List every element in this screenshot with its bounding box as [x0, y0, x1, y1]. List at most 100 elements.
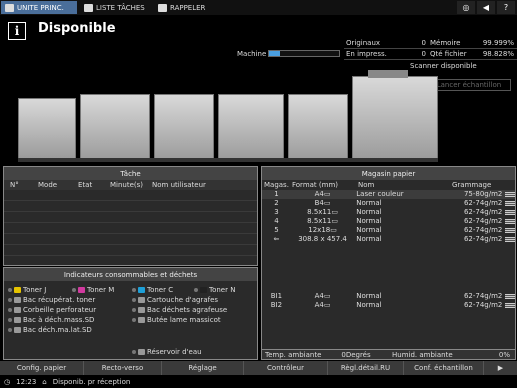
trimmer-icon: [138, 317, 145, 323]
paper-weight-cell: 62-74g/m2: [463, 199, 503, 207]
toner-c-indicator: Toner C: [132, 286, 173, 294]
volume-icon[interactable]: ◀: [477, 1, 495, 14]
paper-tray-cell: 2: [274, 199, 279, 207]
machine-label: Machine: [237, 50, 267, 58]
paper-name-cell: Normal: [356, 217, 382, 225]
duplex-button[interactable]: Recto-verso: [84, 361, 162, 375]
toner-icon: [14, 287, 21, 293]
machine-progress-fill: [269, 51, 280, 56]
toner-icon: [78, 287, 85, 293]
table-row[interactable]: [4, 223, 257, 234]
bottom-button-bar: Config. papier Recto-verso Réglage Contr…: [0, 361, 517, 375]
column-header: Nom: [358, 181, 375, 189]
paper-tray-cell: 3: [274, 208, 279, 216]
counter-value: 98.828%: [482, 50, 514, 58]
staple-waste-indicator: Bac déchets agrafeuse: [132, 306, 227, 314]
counter-label: Originaux: [346, 39, 381, 47]
sd-side-waste-indicator: Bac déch.ma.lat.SD: [8, 326, 92, 334]
top-icons: ◎ ◀ ?: [457, 1, 515, 14]
table-row[interactable]: BI1 A4▭ Normal 62-74g/m2: [262, 292, 515, 301]
paper-panel-title: Magasin papier: [262, 167, 515, 180]
table-row[interactable]: BI2 A4▭ Normal 62-74g/m2: [262, 301, 515, 310]
trimmer-icon: [14, 327, 21, 333]
list-icon: [84, 3, 93, 12]
table-row[interactable]: 5 12x18▭ Normal 62-74g/m2: [262, 226, 515, 235]
ambient-temp-label: Temp. ambiante: [265, 351, 322, 359]
paper-level-icon: [505, 219, 515, 224]
ambient-temp-value: 0Degrés: [341, 351, 371, 359]
paper-name-cell: Normal: [356, 301, 382, 309]
sample-config-button[interactable]: Conf. échantillon: [404, 361, 484, 375]
adjustment-button[interactable]: Réglage: [162, 361, 244, 375]
counter-value: 99.999%: [482, 39, 514, 47]
column-header: Etat: [78, 181, 93, 189]
paper-weight-cell: 75-80g/m2: [463, 190, 503, 198]
globe-icon[interactable]: ◎: [457, 1, 475, 14]
paper-name-cell: Normal: [356, 292, 382, 300]
paper-tray-cell: BI2: [270, 301, 283, 309]
paper-table-body: 1 A4▭ Laser couleur 75-80g/m2 2 B4▭ Normal 62-7…: [262, 190, 515, 244]
paper-weight-cell: 62-74g/m2: [463, 217, 503, 225]
paper-name-cell: Normal: [356, 199, 382, 207]
paper-weight-cell: 62-74g/m2: [463, 208, 503, 216]
toner-icon: [200, 287, 207, 293]
column-header: Grammage: [452, 181, 492, 189]
paper-weight-cell: 62-74g/m2: [463, 226, 503, 234]
table-row[interactable]: [4, 190, 257, 201]
table-row[interactable]: [4, 201, 257, 212]
counter-label: En impress.: [346, 50, 387, 58]
ambient-humid-value: 0%: [498, 351, 510, 359]
column-header: Minute(s): [110, 181, 144, 189]
paper-level-icon: [505, 201, 515, 206]
staple-icon: [138, 307, 145, 313]
toner-y-indicator: Toner J: [8, 286, 46, 294]
column-header: Nom utilisateur: [152, 181, 206, 189]
help-icon[interactable]: ?: [497, 1, 515, 14]
paper-format-cell: 308.8 x 457.4: [298, 235, 347, 243]
punch-icon: [14, 307, 21, 313]
scanner-status: Scanner disponible: [410, 62, 477, 70]
paper-level-icon: [505, 228, 515, 233]
table-row[interactable]: ⇐ 308.8 x 457.4 Normal 62-74g/m2: [262, 235, 515, 244]
info-icon[interactable]: i: [8, 22, 26, 40]
tab-recall[interactable]: RAPPELER: [154, 1, 216, 14]
controller-button[interactable]: Contrôleur: [244, 361, 328, 375]
table-row[interactable]: 2 B4▭ Normal 62-74g/m2: [262, 199, 515, 208]
table-row[interactable]: 1 A4▭ Laser couleur 75-80g/m2: [262, 190, 515, 199]
counter-value: 0: [421, 39, 426, 47]
paper-setting-button[interactable]: Config. papier: [0, 361, 84, 375]
table-row[interactable]: [4, 245, 257, 256]
table-row[interactable]: [4, 234, 257, 245]
machine-illustration: [18, 70, 438, 178]
paper-tray-cell: 1: [274, 190, 279, 198]
footer-status: ◷ 12:23 ⌂ Disponib. pr réception: [0, 376, 517, 388]
tab-job-list[interactable]: LISTE TÂCHES: [80, 1, 152, 14]
paper-level-icon: [505, 237, 515, 242]
task-panel-title: Tâche: [4, 167, 257, 180]
paper-weight-cell: 62-74g/m2: [463, 292, 503, 300]
clock-time: 12:23: [16, 378, 37, 386]
paper-name-cell: Normal: [356, 208, 382, 216]
start-sample-button[interactable]: Lancer échantillon: [427, 79, 511, 91]
task-table-header: N° Mode Etat Minute(s) Nom utilisateur: [4, 180, 257, 190]
consumables-grid: Toner J Toner M Toner C Toner N Bac récu…: [4, 281, 257, 361]
paper-level-icon: [505, 294, 515, 299]
paper-format-cell: 12x18▭: [308, 226, 337, 234]
waste-toner-icon: [14, 297, 21, 303]
table-row[interactable]: [4, 212, 257, 223]
paper-level-icon: [505, 192, 515, 197]
table-row[interactable]: 3 8.5x11▭ Normal 62-74g/m2: [262, 208, 515, 217]
toner-m-indicator: Toner M: [72, 286, 114, 294]
task-table-body: [4, 190, 257, 256]
printer-icon: [5, 3, 14, 12]
tab-main-unit[interactable]: UNITE PRINC.: [1, 1, 77, 14]
counter-label: Mémoire: [430, 39, 461, 47]
water-tank-indicator: Réservoir d'eau: [132, 348, 202, 356]
table-row[interactable]: 4 8.5x11▭ Normal 62-74g/m2: [262, 217, 515, 226]
next-arrow-icon[interactable]: ▶: [484, 361, 517, 375]
paper-level-icon: [505, 210, 515, 215]
paper-spacer: [262, 244, 515, 292]
waste-toner-indicator: Bac récupérat. toner: [8, 296, 95, 304]
paper-format-cell: 8.5x11▭: [307, 208, 338, 216]
ru-detail-button[interactable]: Règl.détail.RU: [328, 361, 404, 375]
